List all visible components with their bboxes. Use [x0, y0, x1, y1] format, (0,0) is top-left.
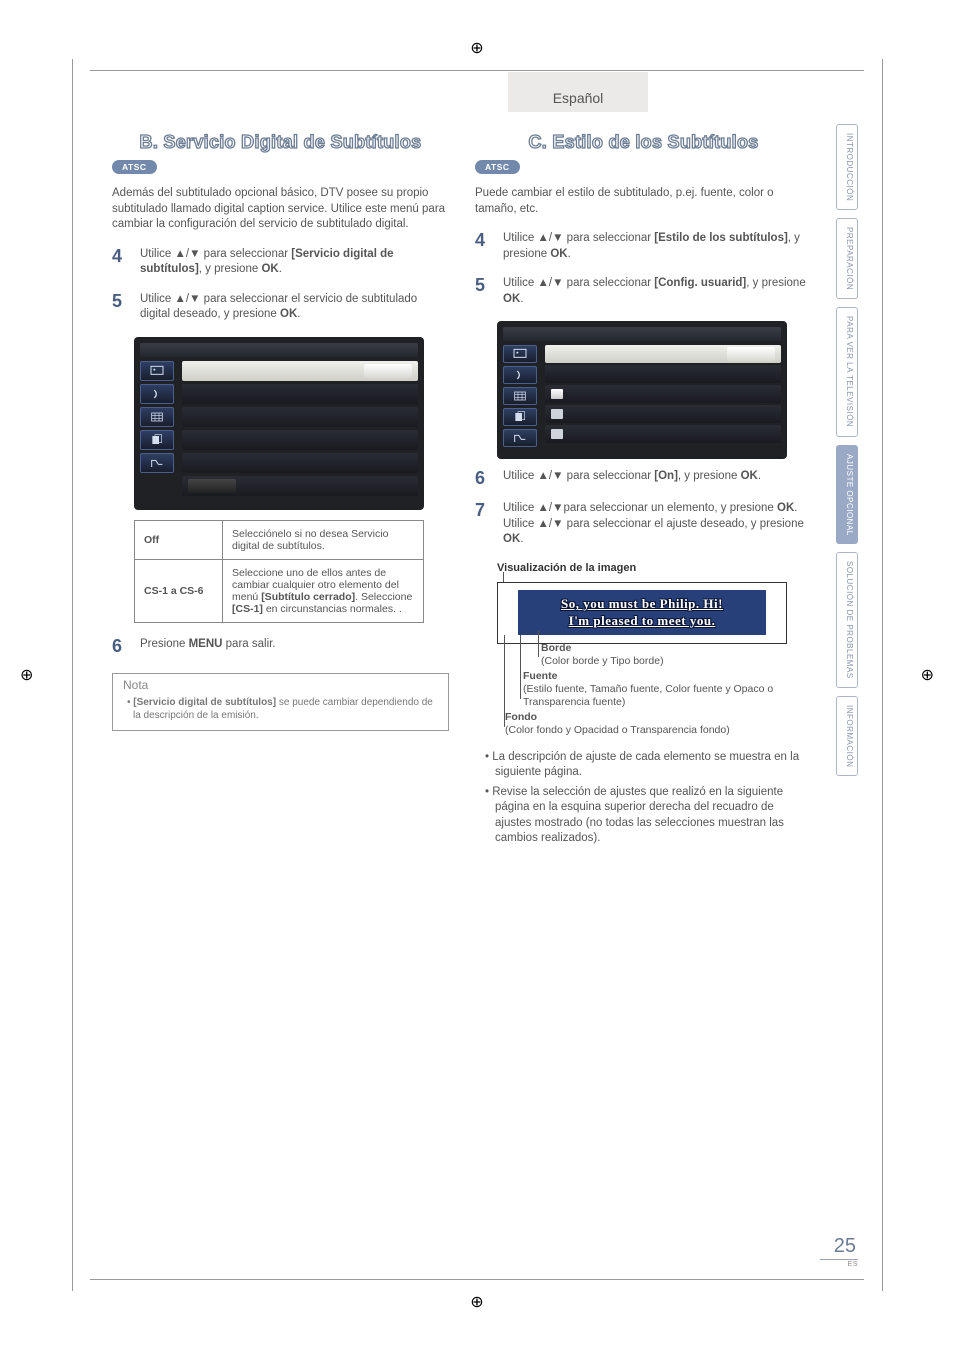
note-title: Nota: [123, 678, 438, 692]
atsc-pill: ATSC: [475, 160, 520, 174]
menu-icon-picture: [140, 361, 174, 381]
menu-row: [182, 453, 418, 473]
step-number: 6: [112, 637, 128, 655]
step-4-left: 4 Utilice ▲/▼ para seleccionar [Servicio…: [112, 247, 449, 278]
label-fuente: Fuente: [523, 670, 557, 682]
step-body: Utilice ▲/▼para seleccionar un elemento,…: [503, 501, 812, 548]
tv-menu-screenshot-left: [134, 337, 424, 510]
step-6-right: 6 Utilice ▲/▼ para seleccionar [On], y p…: [475, 469, 812, 487]
menu-row: [182, 407, 418, 427]
side-tab-ajuste-opcional[interactable]: AJUSTE OPCIONAL: [836, 445, 858, 545]
menu-row: [545, 385, 781, 403]
step-number: 5: [475, 276, 491, 307]
table-row: CS-1 a CS-6 Seleccione uno de ellos ante…: [135, 559, 424, 622]
step-4-right: 4 Utilice ▲/▼ para seleccionar [Estilo d…: [475, 231, 812, 262]
caption-sample-text: So, you must be Philip. Hi! I'm pleased …: [561, 596, 723, 629]
table-key: CS-1 a CS-6: [135, 559, 223, 622]
menu-row: [545, 425, 781, 443]
label-fondo-desc: (Color fondo y Opacidad o Transparencia …: [505, 724, 783, 737]
menu-row: [182, 430, 418, 450]
step-number: 4: [112, 247, 128, 278]
section-c-intro: Puede cambiar el estilo de subtitulado, …: [475, 186, 812, 217]
step-number: 4: [475, 231, 491, 262]
menu-row: [182, 384, 418, 404]
side-tab-informacion[interactable]: INFORMACIÓN: [836, 696, 858, 776]
label-borde: Borde: [541, 642, 571, 654]
print-registration-icon: ⊕: [20, 665, 33, 685]
menu-icon-settings: [140, 430, 174, 450]
menu-icon-other: [140, 453, 174, 473]
options-table: Off Selecciónelo si no desea Servicio di…: [134, 520, 424, 623]
print-registration-icon: ⊕: [470, 1292, 483, 1312]
table-value: Seleccione uno de ellos antes de cambiar…: [223, 559, 424, 622]
list-item: La descripción de ajuste de cada element…: [483, 750, 812, 781]
step-body: Utilice ▲/▼ para seleccionar [Estilo de …: [503, 231, 812, 262]
step-body: Presione MENU para salir.: [140, 637, 449, 655]
table-value: Selecciónelo si no desea Servicio digita…: [223, 520, 424, 559]
column-left: B. Servicio Digital de Subtítulos ATSC A…: [112, 132, 449, 851]
label-fondo: Fondo: [505, 711, 537, 723]
language-tab: Español: [508, 72, 648, 112]
step-6-left: 6 Presione MENU para salir.: [112, 637, 449, 655]
step-body: Utilice ▲/▼ para seleccionar [On], y pre…: [503, 469, 812, 487]
language-tab-label: Español: [553, 90, 604, 106]
side-tab-solucion[interactable]: SOLUCIÓN DE PROBLEMAS: [836, 552, 858, 688]
label-borde-desc: (Color borde y Tipo borde): [541, 655, 783, 668]
page-lang-code: ES: [820, 1261, 858, 1268]
print-registration-icon: ⊕: [921, 665, 934, 685]
step-body: Utilice ▲/▼ para seleccionar el servicio…: [140, 292, 449, 323]
side-tab-ver-tv[interactable]: PARA VER LA TELEVISIÓN: [836, 307, 858, 436]
menu-row: [182, 476, 418, 496]
menu-icon-channel: [503, 387, 537, 405]
menu-icon-channel: [140, 407, 174, 427]
menu-icon-settings: [503, 408, 537, 426]
menu-icon-sound: [140, 384, 174, 404]
section-b-intro: Además del subtitulado opcional básico, …: [112, 186, 449, 233]
label-fuente-desc: (Estilo fuente, Tamaño fuente, Color fue…: [523, 683, 783, 709]
section-heading-b: B. Servicio Digital de Subtítulos: [112, 132, 449, 153]
menu-row-highlighted: [545, 345, 781, 363]
side-tab-introduccion[interactable]: INTRODUCCIÓN: [836, 124, 858, 210]
step-number: 5: [112, 292, 128, 323]
step-body: Utilice ▲/▼ para seleccionar [Servicio d…: [140, 247, 449, 278]
step-number: 7: [475, 501, 491, 548]
column-right: C. Estilo de los Subtítulos ATSC Puede c…: [475, 132, 812, 851]
menu-icon-sound: [503, 366, 537, 384]
visualization-box: So, you must be Philip. Hi! I'm pleased …: [497, 582, 787, 644]
visualization-title: Visualización de la imagen: [497, 562, 812, 574]
menu-row-highlighted: [182, 361, 418, 381]
section-heading-c: C. Estilo de los Subtítulos: [475, 132, 812, 153]
step-5-left: 5 Utilice ▲/▼ para seleccionar el servic…: [112, 292, 449, 323]
list-item: Revise la selección de ajustes que reali…: [483, 785, 812, 847]
side-tabs: INTRODUCCIÓN PREPARACIÓN PARA VER LA TEL…: [836, 124, 858, 776]
step-number: 6: [475, 469, 491, 487]
tv-menu-screenshot-right: [497, 321, 787, 459]
menu-icon-other: [503, 429, 537, 447]
menu-row: [545, 405, 781, 423]
step-7-right: 7 Utilice ▲/▼para seleccionar un element…: [475, 501, 812, 548]
page-number: 25 ES: [820, 1235, 858, 1268]
step-body: Utilice ▲/▼ para seleccionar [Config. us…: [503, 276, 812, 307]
print-registration-icon: ⊕: [470, 38, 483, 58]
bullet-list: La descripción de ajuste de cada element…: [483, 750, 812, 847]
page-number-value: 25: [820, 1235, 858, 1260]
note-box: Nota • [Servicio digital de subtítulos] …: [112, 673, 449, 731]
table-key: Off: [135, 520, 223, 559]
table-row: Off Selecciónelo si no desea Servicio di…: [135, 520, 424, 559]
side-tab-preparacion[interactable]: PREPARACIÓN: [836, 218, 858, 299]
step-5-right: 5 Utilice ▲/▼ para seleccionar [Config. …: [475, 276, 812, 307]
atsc-pill: ATSC: [112, 160, 157, 174]
menu-icon-picture: [503, 345, 537, 363]
note-body: • [Servicio digital de subtítulos] se pu…: [123, 696, 438, 722]
menu-row: [545, 365, 781, 383]
